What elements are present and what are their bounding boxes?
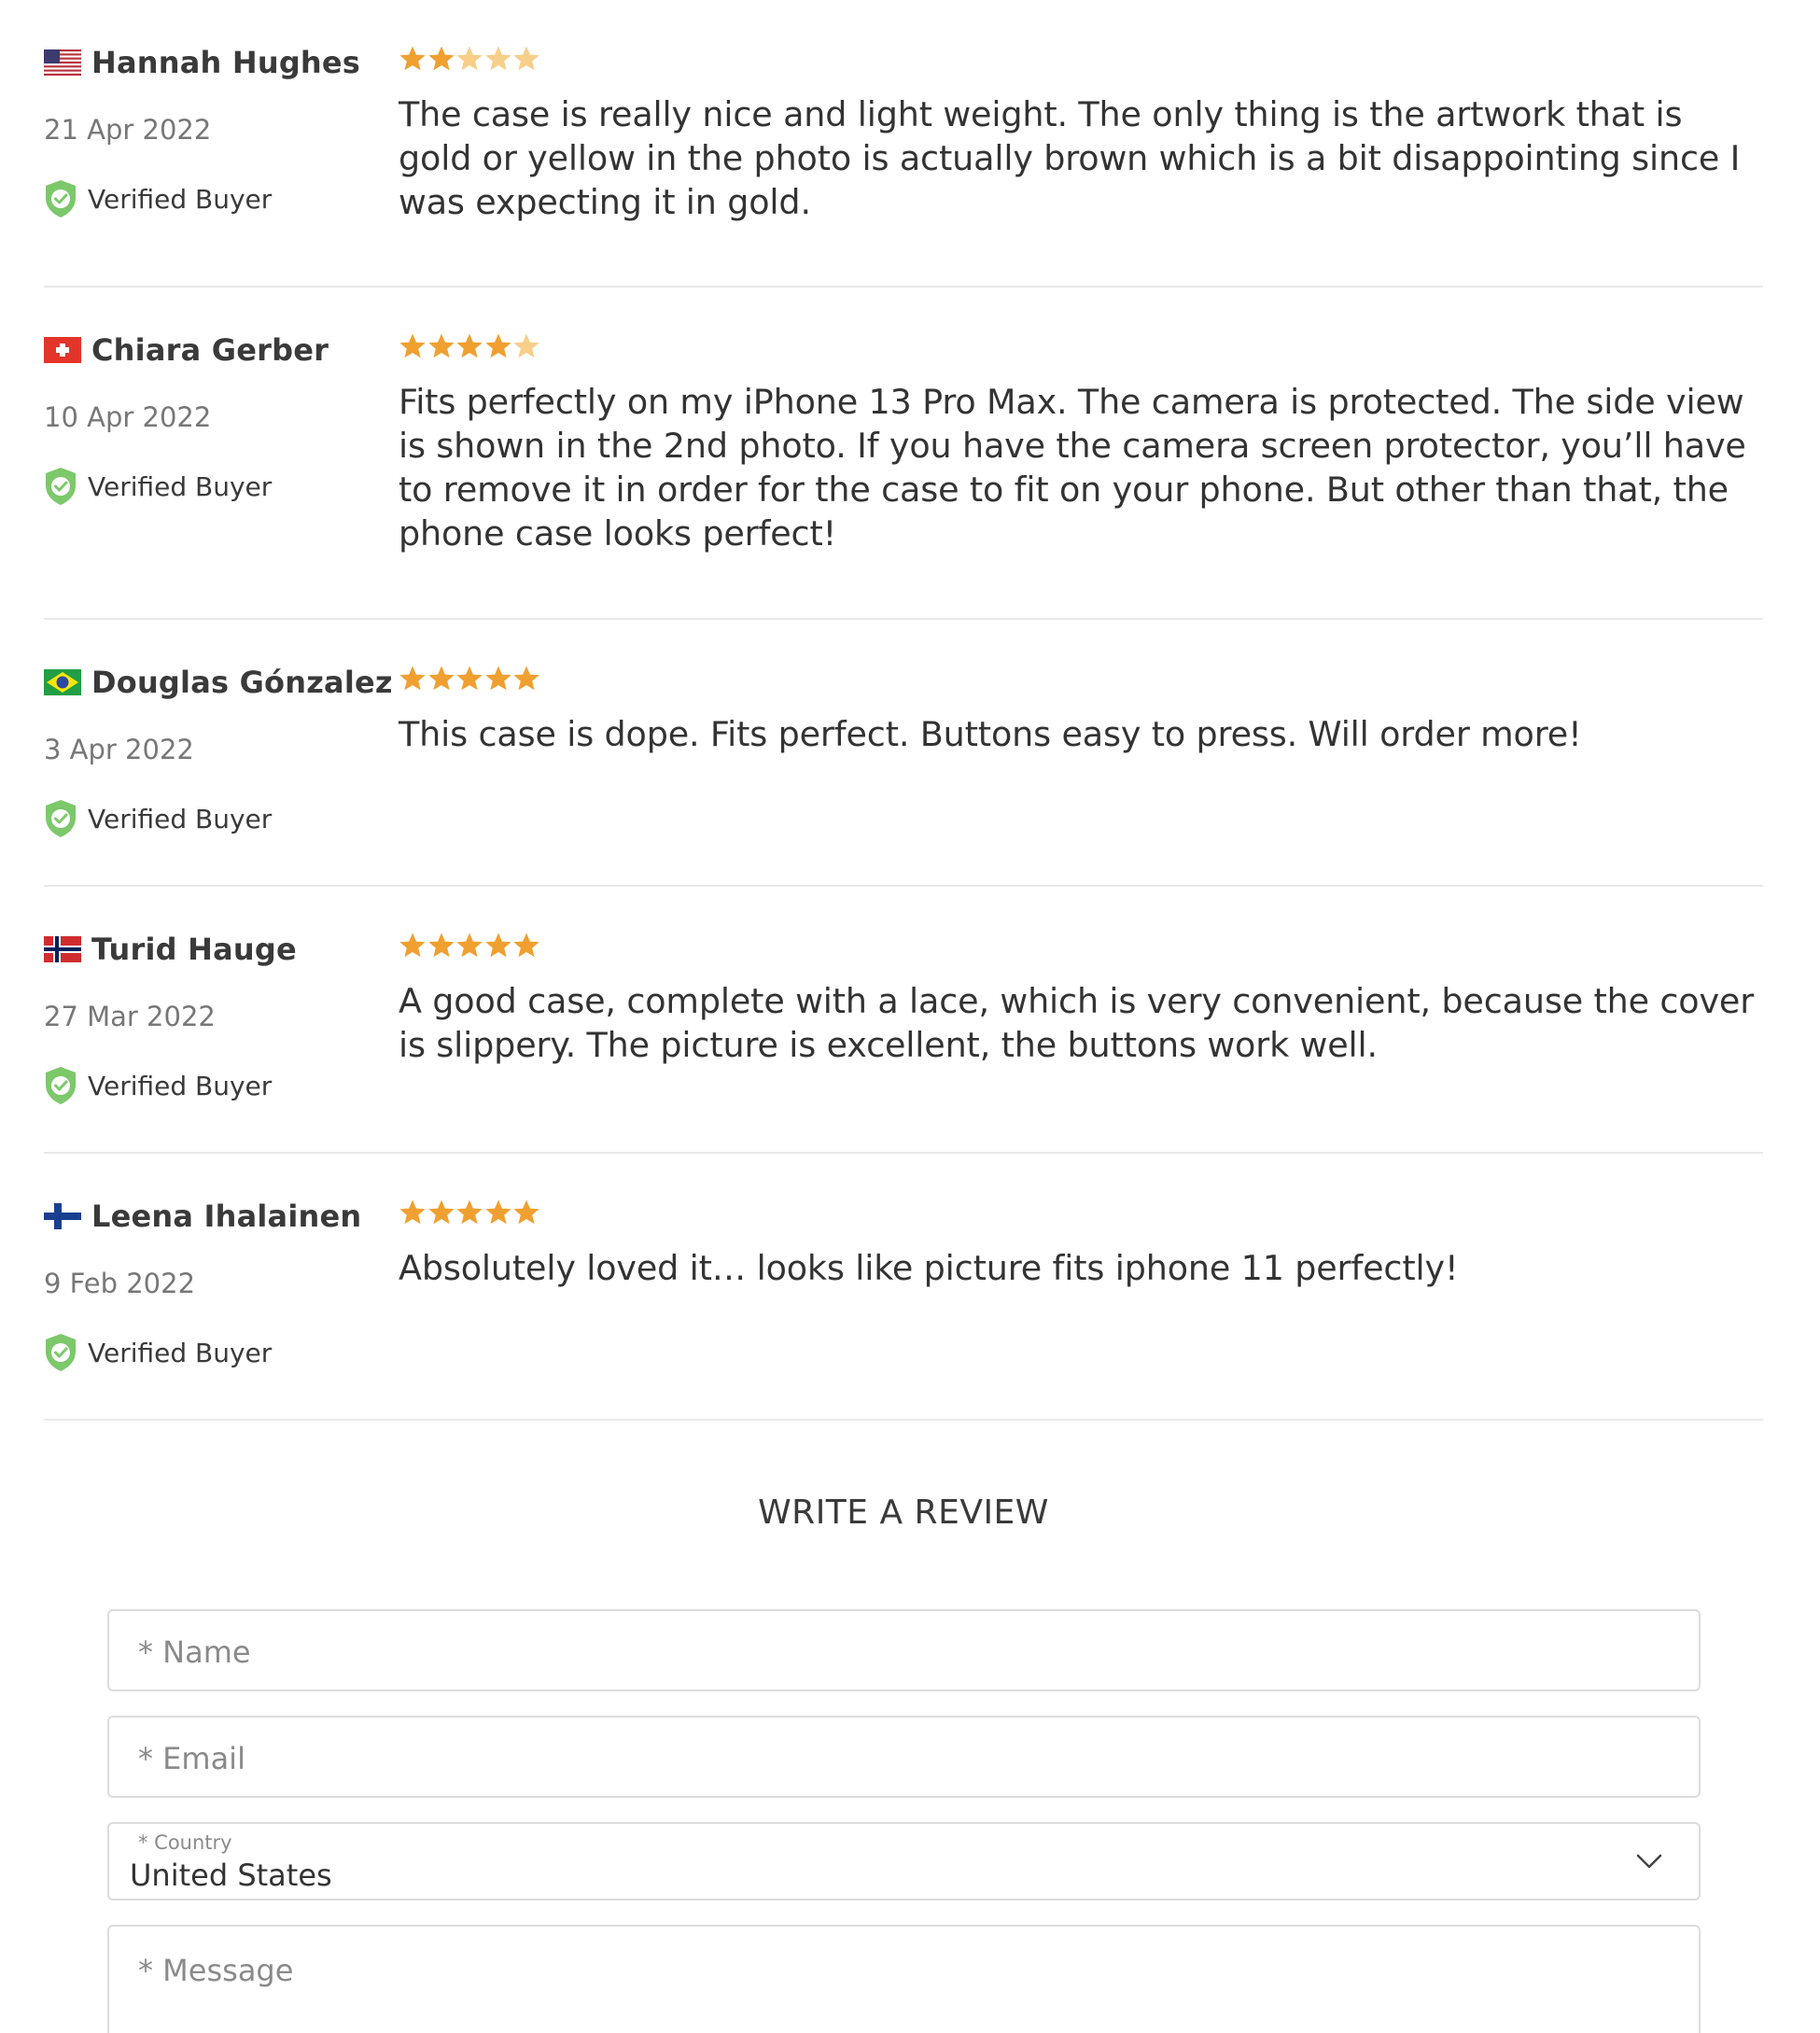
us-flag-icon <box>44 49 81 76</box>
star-filled-icon <box>399 332 427 360</box>
star-filled-icon <box>427 665 455 693</box>
reviewer-name: Douglas Gónzalez <box>91 665 393 700</box>
star-empty-icon <box>512 332 540 360</box>
reviewer-name: Turid Hauge <box>91 932 297 967</box>
review-date: 3 Apr 2022 <box>44 734 194 765</box>
review-text: This case is dope. Fits perfect. Buttons… <box>399 714 1582 754</box>
star-filled-icon <box>484 665 512 693</box>
star-filled-icon <box>455 332 483 360</box>
star-filled-icon <box>512 932 540 960</box>
review-text: A good case, complete with a lace, which… <box>399 981 1755 1065</box>
verified-badge: Verified Buyer <box>44 799 272 838</box>
reviewer-name: Hannah Hughes <box>91 45 361 80</box>
reviewer-name: Chiara Gerber <box>91 332 329 368</box>
star-filled-icon <box>484 932 512 960</box>
review-text: Absolutely loved it… looks like picture … <box>399 1248 1459 1288</box>
star-filled-icon <box>484 332 512 360</box>
verified-badge: Verified Buyer <box>44 179 272 218</box>
star-filled-icon <box>484 1199 512 1227</box>
review-item: Chiara Gerber 10 Apr 2022 Verified Buyer… <box>44 287 1763 620</box>
review-date: 21 Apr 2022 <box>44 114 212 146</box>
star-filled-icon <box>455 932 483 960</box>
star-filled-icon <box>512 665 540 693</box>
shield-check-icon <box>44 467 77 506</box>
verified-badge: Verified Buyer <box>44 1333 272 1372</box>
email-input[interactable] <box>109 1718 1699 1796</box>
star-filled-icon <box>427 45 455 73</box>
write-review-title: WRITE A REVIEW <box>758 1493 1049 1532</box>
shield-check-icon <box>44 1066 77 1105</box>
message-field <box>107 1925 1701 2033</box>
star-filled-icon <box>399 665 427 693</box>
review-date: 27 Mar 2022 <box>44 1001 216 1032</box>
verified-label: Verified Buyer <box>88 470 273 502</box>
verified-badge: Verified Buyer <box>44 1066 272 1105</box>
star-empty-icon <box>484 45 512 73</box>
star-rating <box>399 45 541 73</box>
br-flag-icon <box>44 669 81 695</box>
ch-flag-icon <box>44 337 81 363</box>
star-rating <box>399 332 541 360</box>
reviewer: Douglas Gónzalez <box>44 665 393 700</box>
reviewer: Turid Hauge <box>44 932 297 967</box>
review-date: 9 Feb 2022 <box>44 1268 196 1299</box>
reviews-page: Hannah Hughes 21 Apr 2022 Verified Buyer… <box>0 0 1820 2033</box>
reviewer-name: Leena Ihalainen <box>91 1199 362 1234</box>
review-item: Hannah Hughes 21 Apr 2022 Verified Buyer… <box>44 0 1763 287</box>
reviewer: Hannah Hughes <box>44 45 360 80</box>
chevron-down-icon[interactable] <box>1635 1852 1663 1871</box>
shield-check-icon <box>44 1333 77 1372</box>
review-item: Leena Ihalainen 9 Feb 2022 Verified Buye… <box>44 1154 1763 1421</box>
verified-label: Verified Buyer <box>88 1337 273 1368</box>
no-flag-icon <box>44 936 81 962</box>
verified-label: Verified Buyer <box>88 1070 273 1101</box>
star-filled-icon <box>399 45 427 73</box>
star-filled-icon <box>455 1199 483 1227</box>
star-filled-icon <box>455 665 483 693</box>
review-text: The case is really nice and light weight… <box>399 94 1741 222</box>
star-rating <box>399 932 541 960</box>
star-empty-icon <box>455 45 483 73</box>
shield-check-icon <box>44 179 77 218</box>
shield-check-icon <box>44 799 77 838</box>
star-filled-icon <box>399 1199 427 1227</box>
star-filled-icon <box>427 1199 455 1227</box>
star-filled-icon <box>427 932 455 960</box>
star-empty-icon <box>512 45 540 73</box>
country-label: * Country <box>138 1831 232 1854</box>
name-input[interactable] <box>109 1611 1699 1689</box>
review-item: Turid Hauge 27 Mar 2022 Verified Buyer A… <box>44 887 1763 1154</box>
star-rating <box>399 665 541 693</box>
review-item: Douglas Gónzalez 3 Apr 2022 Verified Buy… <box>44 620 1763 887</box>
star-rating <box>399 1199 541 1227</box>
name-field <box>107 1609 1701 1691</box>
message-input[interactable] <box>109 1927 1699 2033</box>
verified-label: Verified Buyer <box>88 803 273 834</box>
fi-flag-icon <box>44 1203 81 1229</box>
star-filled-icon <box>512 1199 540 1227</box>
verified-badge: Verified Buyer <box>44 467 272 506</box>
verified-label: Verified Buyer <box>88 183 273 215</box>
star-filled-icon <box>399 932 427 960</box>
country-value: United States <box>130 1858 332 1893</box>
reviewer: Leena Ihalainen <box>44 1199 361 1234</box>
review-date: 10 Apr 2022 <box>44 401 212 433</box>
reviews-list: Hannah Hughes 21 Apr 2022 Verified Buyer… <box>44 0 1763 1421</box>
country-select[interactable]: * Country United States <box>107 1822 1701 1900</box>
reviewer: Chiara Gerber <box>44 332 329 368</box>
email-field <box>107 1716 1701 1798</box>
star-filled-icon <box>427 332 455 360</box>
review-text: Fits perfectly on my iPhone 13 Pro Max. … <box>399 382 1746 554</box>
